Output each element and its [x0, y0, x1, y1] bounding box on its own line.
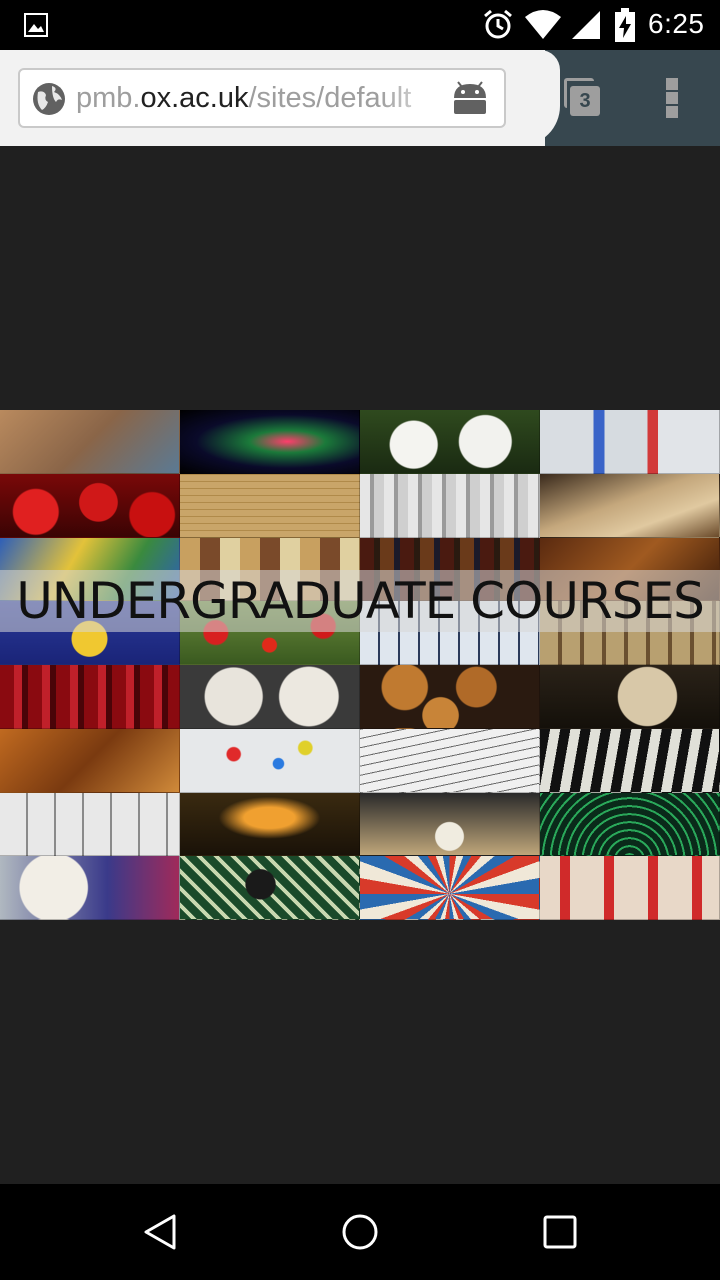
tile-green-light — [540, 792, 720, 857]
browser-toolbar: pmb.ox.ac.uk/sites/default 3 — [0, 50, 720, 146]
tile-lab-pipes — [360, 473, 540, 538]
tile-archer-relief — [0, 410, 180, 474]
overflow-menu-icon[interactable] — [660, 76, 684, 120]
active-tab-edge — [500, 50, 560, 146]
tile-written-notes — [360, 728, 540, 793]
tile-old-manuscript — [180, 473, 360, 538]
wifi-icon — [525, 10, 561, 39]
tab-switcher-button[interactable]: 3 — [562, 76, 606, 120]
tile-candles — [180, 792, 360, 857]
globe-icon — [33, 83, 65, 115]
url-prefix: pmb. — [76, 82, 141, 114]
recents-icon[interactable] — [536, 1208, 584, 1256]
tile-judge-wigs — [180, 665, 360, 729]
tile-metal-hooks — [0, 728, 180, 793]
tile-map-pins — [180, 728, 360, 793]
tile-red-figures — [540, 856, 720, 920]
tile-chess-board — [360, 792, 540, 857]
tile-terrier-dog — [0, 856, 180, 920]
url-bar[interactable]: pmb.ox.ac.uk/sites/default — [18, 68, 506, 128]
tile-piano-keys — [540, 728, 720, 793]
banner-title: UNDERGRADUATE COURSES — [16, 572, 705, 630]
tile-light-trails — [180, 410, 360, 474]
signal-icon — [572, 11, 600, 39]
screen: 6:25 pmb.ox.ac.uk/sites/default 3 UNDERG… — [0, 0, 720, 1280]
url-fade — [380, 70, 450, 126]
alarm-icon — [484, 9, 512, 39]
nav-bar — [0, 1184, 720, 1280]
back-icon[interactable] — [136, 1208, 184, 1256]
tile-red-lanterns — [0, 473, 180, 538]
tile-mosaic-tiles — [360, 856, 540, 920]
tile-red-columns — [0, 665, 180, 729]
courses-banner[interactable] — [0, 410, 720, 920]
battery-charging-icon — [615, 8, 635, 42]
url-host: ox.ac.uk — [140, 82, 249, 114]
tab-count: 3 — [570, 86, 600, 116]
gallery-icon — [24, 13, 48, 37]
tile-classical-statue — [540, 665, 720, 729]
tile-test-tubes — [540, 410, 720, 474]
home-icon[interactable] — [336, 1208, 384, 1256]
status-clock: 6:25 — [648, 8, 705, 39]
status-bar: 6:25 — [0, 0, 720, 50]
tile-pies — [360, 665, 540, 729]
tile-cockatoos — [360, 410, 540, 474]
android-icon[interactable] — [450, 80, 490, 116]
tile-photographer — [180, 856, 360, 920]
tile-newspapers — [0, 792, 180, 857]
tile-dictionary — [540, 473, 720, 538]
